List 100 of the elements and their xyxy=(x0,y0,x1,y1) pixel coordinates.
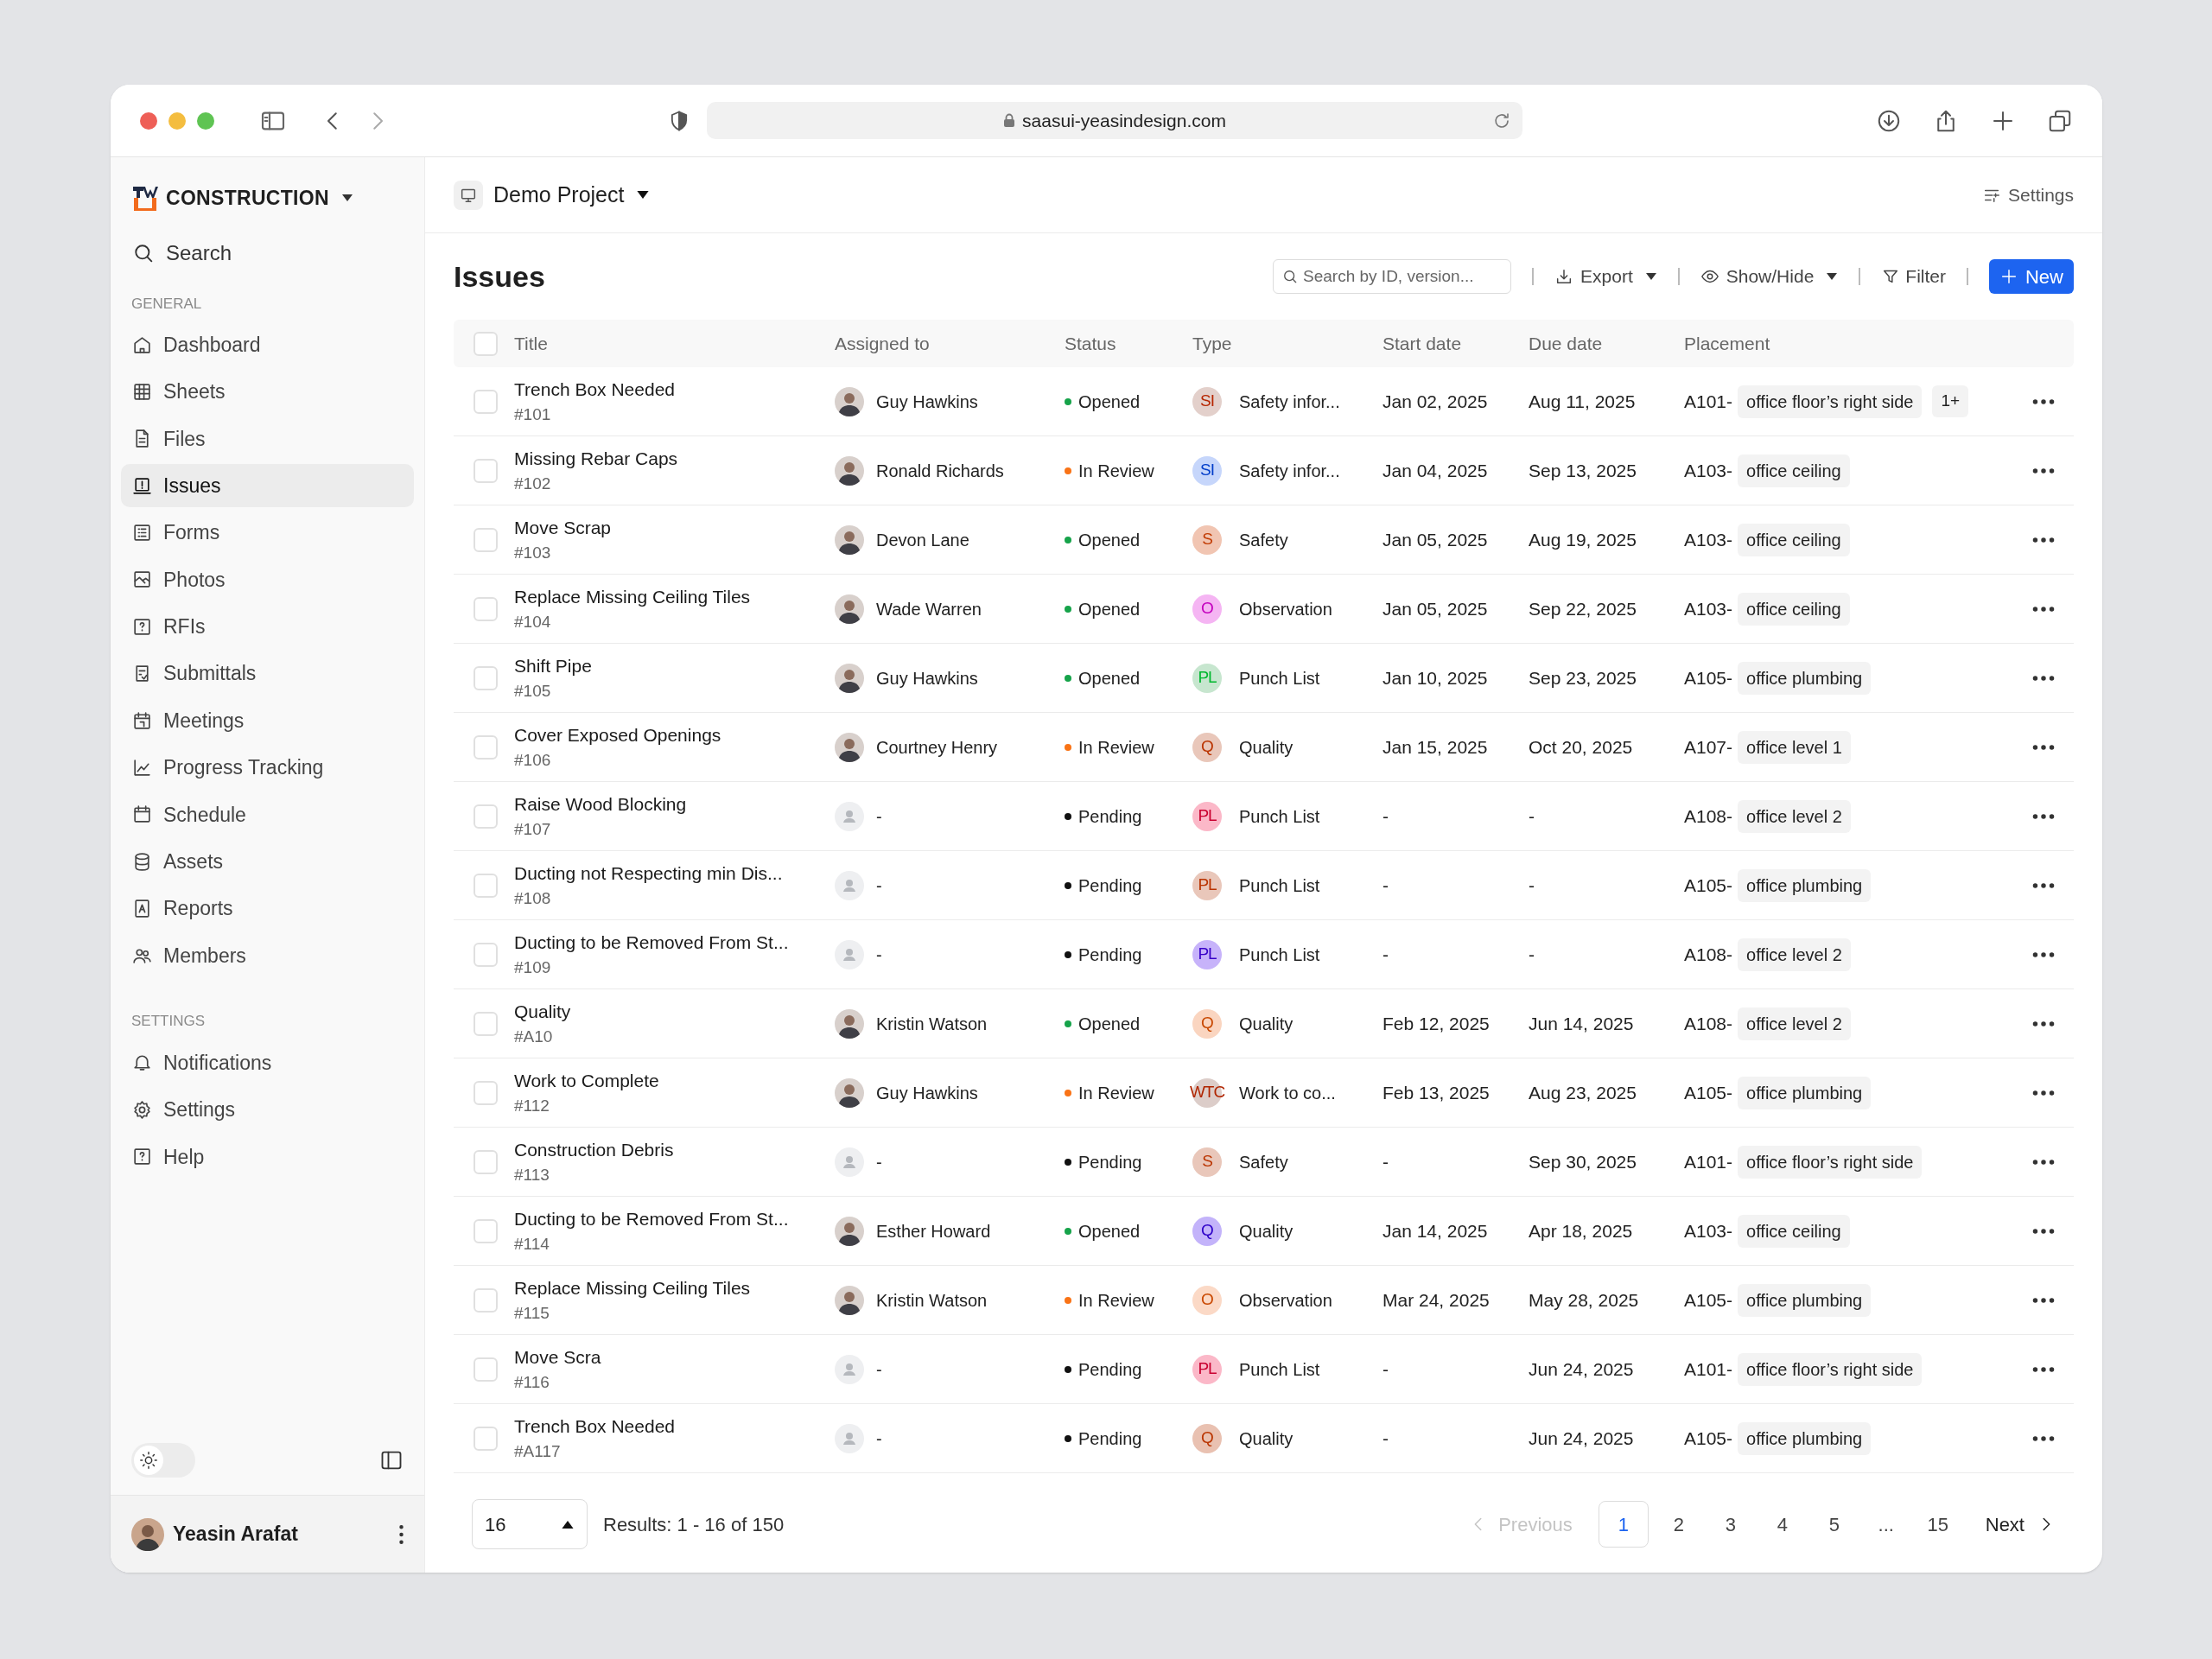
row-menu-button[interactable] xyxy=(2032,1020,2055,1027)
row-menu-button[interactable] xyxy=(2032,813,2055,819)
issue-title[interactable]: Replace Missing Ceiling Tiles xyxy=(514,585,751,608)
checkbox[interactable] xyxy=(474,665,498,690)
sidebar-item[interactable]: Assets xyxy=(121,840,414,884)
issue-title[interactable]: Replace Missing Ceiling Tiles xyxy=(514,1276,751,1300)
sidebar-item[interactable]: Notifications xyxy=(121,1040,414,1084)
assignee-name: - xyxy=(876,944,882,966)
type-badge: SI xyxy=(1192,386,1222,416)
row-menu-button[interactable] xyxy=(2032,882,2055,888)
checkbox[interactable] xyxy=(474,527,498,552)
row-menu-button[interactable] xyxy=(2032,675,2055,681)
sidebar-item[interactable]: Settings xyxy=(121,1088,414,1132)
checkbox[interactable] xyxy=(474,389,498,414)
checkbox[interactable] xyxy=(474,1080,498,1105)
project-selector[interactable]: Demo Project xyxy=(493,178,651,212)
type-label: Punch List xyxy=(1239,667,1320,690)
row-menu-button[interactable] xyxy=(2032,1090,2055,1096)
row-menu-button[interactable] xyxy=(2032,1366,2055,1372)
issue-title[interactable]: Ducting to be Removed From St... xyxy=(514,931,789,954)
page-button[interactable]: 5 xyxy=(1812,1501,1856,1548)
issue-title[interactable]: Move Scra xyxy=(514,1345,601,1369)
sidebar-item[interactable]: Files xyxy=(121,416,414,461)
checkbox[interactable] xyxy=(474,873,498,898)
placement-tag: office level 1 xyxy=(1738,730,1851,764)
checkbox[interactable] xyxy=(474,942,498,967)
checkbox[interactable] xyxy=(474,1357,498,1382)
placement-tag: office floor’s right side xyxy=(1738,385,1923,418)
issue-title[interactable]: Construction Debris xyxy=(514,1138,674,1161)
row-menu-button[interactable] xyxy=(2032,1297,2055,1303)
sidebar-item[interactable]: Dashboard xyxy=(121,323,414,366)
row-menu-button[interactable] xyxy=(2032,744,2055,750)
sidebar-item[interactable]: Forms xyxy=(121,511,414,555)
row-menu-button[interactable] xyxy=(2032,1435,2055,1441)
new-button[interactable]: New xyxy=(1989,259,2074,294)
issue-title[interactable]: Trench Box Needed xyxy=(514,1414,675,1438)
column-header: Placement xyxy=(1684,332,1770,355)
issue-title[interactable]: Cover Exposed Openings xyxy=(514,723,721,747)
row-menu-button[interactable] xyxy=(2032,951,2055,957)
show-hide-button[interactable]: Show/Hide xyxy=(1700,263,1839,290)
sidebar-item[interactable]: Submittals xyxy=(121,652,414,696)
sidebar-item[interactable]: Members xyxy=(121,934,414,978)
next-button[interactable]: Next xyxy=(1985,1510,2056,1539)
issue-title[interactable]: Raise Wood Blocking xyxy=(514,792,687,816)
status-label: Opened xyxy=(1078,667,1141,690)
checkbox[interactable] xyxy=(474,596,498,621)
issue-title[interactable]: Ducting to be Removed From St... xyxy=(514,1207,789,1230)
page-button[interactable]: 3 xyxy=(1708,1501,1752,1548)
sidebar-item[interactable]: RFIs xyxy=(121,605,414,649)
results-count: Results: 1 - 16 of 150 xyxy=(603,1512,785,1537)
issue-title[interactable]: Quality xyxy=(514,1000,571,1023)
type-label: Observation xyxy=(1239,1289,1332,1312)
close-window-button[interactable] xyxy=(140,111,157,130)
checkbox[interactable] xyxy=(474,331,498,356)
sidebar-item[interactable]: Reports xyxy=(121,887,414,931)
page-button[interactable]: ... xyxy=(1864,1501,1908,1548)
page-button[interactable]: 4 xyxy=(1760,1501,1804,1548)
row-menu-button[interactable] xyxy=(2032,467,2055,474)
avatar-icon xyxy=(835,455,864,486)
issue-title[interactable]: Move Scrap xyxy=(514,516,612,539)
row-menu-button[interactable] xyxy=(2032,1159,2055,1165)
issue-title[interactable]: Trench Box Needed xyxy=(514,378,675,401)
sidebar-item[interactable]: Schedule xyxy=(121,792,414,836)
page-size-select[interactable]: 16 xyxy=(472,1499,588,1549)
sidebar-item[interactable]: Meetings xyxy=(121,699,414,743)
sidebar-item[interactable]: Help xyxy=(121,1135,414,1179)
checkbox[interactable] xyxy=(474,1218,498,1243)
search-button[interactable]: Search xyxy=(121,232,414,274)
settings-button[interactable]: Settings xyxy=(1982,181,2074,209)
row-menu-button[interactable] xyxy=(2032,606,2055,612)
row-menu-button[interactable] xyxy=(2032,537,2055,543)
checkbox[interactable] xyxy=(474,1287,498,1313)
row-menu-button[interactable] xyxy=(2032,398,2055,404)
checkbox[interactable] xyxy=(474,804,498,829)
sidebar-item[interactable]: Photos xyxy=(121,557,414,601)
more-button[interactable] xyxy=(399,1524,404,1544)
address-bar[interactable]: saasui-yeasindesign.com xyxy=(707,102,1522,139)
section-heading: SETTINGS xyxy=(130,1012,206,1032)
sidebar-item[interactable]: Progress Tracking xyxy=(121,746,414,790)
checkbox[interactable] xyxy=(474,734,498,760)
page-button[interactable]: 2 xyxy=(1656,1501,1700,1548)
theme-toggle[interactable] xyxy=(131,1443,195,1478)
issue-title[interactable]: Ducting not Respecting min Dis... xyxy=(514,861,783,885)
checkbox[interactable] xyxy=(474,1011,498,1036)
row-menu-button[interactable] xyxy=(2032,1228,2055,1234)
page-button[interactable]: 1 xyxy=(1598,1501,1649,1548)
sidebar-item[interactable]: Sheets xyxy=(121,370,414,414)
export-button[interactable]: Export xyxy=(1554,263,1657,290)
search-field[interactable]: Search by ID, version... xyxy=(1273,259,1512,294)
page-button[interactable]: 15 xyxy=(1916,1501,1960,1548)
issue-title[interactable]: Shift Pipe xyxy=(514,654,592,677)
avatar-icon xyxy=(835,663,864,693)
sidebar-item[interactable]: Issues xyxy=(121,464,414,508)
issue-title[interactable]: Work to Complete xyxy=(514,1069,659,1092)
checkbox[interactable] xyxy=(474,1426,498,1451)
issue-title[interactable]: Missing Rebar Caps xyxy=(514,447,678,470)
issue-number: #107 xyxy=(514,818,551,840)
checkbox[interactable] xyxy=(474,458,498,483)
filter-button[interactable]: Filter xyxy=(1881,263,1946,290)
checkbox[interactable] xyxy=(474,1149,498,1174)
